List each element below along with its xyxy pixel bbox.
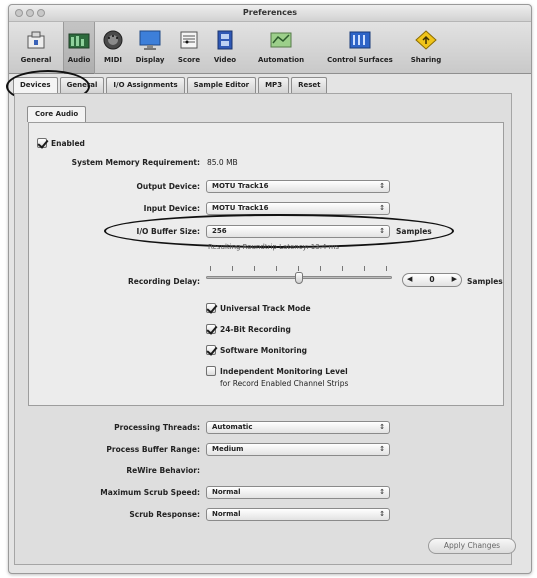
slider-tick — [298, 266, 299, 271]
toolbar-item-score[interactable]: Score — [173, 26, 205, 70]
max-scrub-speed-value: Normal — [212, 488, 241, 496]
toolbar-item-general[interactable]: General — [15, 26, 57, 70]
toolbar-item-automation[interactable]: Automation — [245, 26, 317, 70]
roundtrip-latency-text: Resulting Roundtrip Latency: 13.4 ms — [208, 243, 340, 251]
processing-threads-label: Processing Threads: — [114, 423, 200, 432]
scrub-response-popup[interactable]: Normal ↕ — [206, 508, 390, 521]
enabled-checkbox[interactable] — [37, 138, 47, 148]
memory-requirement-label: System Memory Requirement: — [71, 158, 200, 167]
sharing-icon — [415, 30, 437, 50]
apply-changes-button[interactable]: Apply Changes — [428, 538, 516, 554]
window-title: Preferences — [242, 8, 298, 17]
control-surfaces-icon — [349, 31, 371, 49]
independent-monitoring-sublabel: for Record Enabled Channel Strips — [220, 379, 349, 388]
io-buffer-size-popup[interactable]: 256 ↕ — [206, 225, 390, 238]
toolbar: General Audio MIDI Display Score Video A… — [9, 22, 531, 74]
slider-tick — [320, 266, 321, 271]
independent-monitoring-label: Independent Monitoring Level — [220, 367, 348, 376]
software-monitoring-label: Software Monitoring — [220, 346, 308, 355]
slider-tick — [254, 266, 255, 271]
memory-requirement-value: 85.0 MB — [207, 158, 238, 167]
toolbar-item-midi[interactable]: MIDI — [99, 26, 127, 70]
24-bit-recording-checkbox[interactable] — [206, 324, 216, 334]
toolbar-item-control-surfaces[interactable]: Control Surfaces — [319, 26, 401, 70]
tab-io-assignments[interactable]: I/O Assignments — [106, 77, 185, 93]
io-buffer-unit: Samples — [396, 227, 432, 236]
input-device-value: MOTU Track16 — [212, 204, 269, 212]
rewire-behavior-label: ReWire Behavior: — [126, 466, 200, 475]
tab-sample-editor[interactable]: Sample Editor — [186, 77, 257, 93]
process-buffer-range-value: Medium — [212, 445, 244, 453]
enabled-label: Enabled — [51, 139, 85, 148]
max-scrub-speed-popup[interactable]: Normal ↕ — [206, 486, 390, 499]
toolbar-item-audio[interactable]: Audio — [63, 22, 95, 74]
toolbar-item-video[interactable]: Video — [209, 26, 241, 70]
increment-icon[interactable]: ▶ — [452, 275, 457, 283]
general-icon — [27, 31, 45, 49]
slider-tick — [276, 266, 277, 271]
input-device-label: Input Device: — [143, 204, 200, 213]
scrub-response-label: Scrub Response: — [129, 510, 200, 519]
software-monitoring-checkbox[interactable] — [206, 345, 216, 355]
popup-arrows-icon: ↕ — [379, 510, 385, 518]
tab-mp3[interactable]: MP3 — [258, 77, 290, 93]
popup-arrows-icon: ↕ — [379, 227, 385, 235]
popup-arrows-icon: ↕ — [379, 423, 385, 431]
score-icon — [180, 31, 198, 49]
title-bar: Preferences — [9, 5, 531, 22]
toolbar-item-display[interactable]: Display — [131, 26, 169, 70]
popup-arrows-icon: ↕ — [379, 204, 385, 212]
io-buffer-size-label: I/O Buffer Size: — [136, 227, 200, 236]
tab-reset[interactable]: Reset — [291, 77, 328, 93]
popup-arrows-icon: ↕ — [379, 488, 385, 496]
processing-threads-value: Automatic — [212, 423, 253, 431]
recording-delay-slider[interactable] — [206, 266, 392, 288]
popup-arrows-icon: ↕ — [379, 182, 385, 190]
recording-delay-stepper[interactable]: ◀ 0 ▶ — [402, 273, 462, 287]
input-device-popup[interactable]: MOTU Track16 ↕ — [206, 202, 390, 215]
midi-icon — [103, 30, 123, 50]
output-device-label: Output Device: — [136, 182, 200, 191]
slider-tick — [342, 266, 343, 271]
recording-delay-unit: Samples — [467, 277, 503, 286]
process-buffer-range-popup[interactable]: Medium ↕ — [206, 443, 390, 456]
io-buffer-size-value: 256 — [212, 227, 227, 235]
slider-tick — [232, 266, 233, 271]
output-device-value: MOTU Track16 — [212, 182, 269, 190]
processing-threads-popup[interactable]: Automatic ↕ — [206, 421, 390, 434]
popup-arrows-icon: ↕ — [379, 445, 385, 453]
output-device-popup[interactable]: MOTU Track16 ↕ — [206, 180, 390, 193]
tab-bar: Devices General I/O Assignments Sample E… — [13, 77, 329, 94]
display-icon — [139, 30, 161, 50]
process-buffer-range-label: Process Buffer Range: — [106, 445, 200, 454]
slider-knob[interactable] — [295, 272, 303, 284]
automation-icon — [270, 32, 292, 48]
max-scrub-speed-label: Maximum Scrub Speed: — [100, 488, 200, 497]
tab-general[interactable]: General — [59, 77, 105, 93]
scrub-response-value: Normal — [212, 510, 241, 518]
universal-track-mode-checkbox[interactable] — [206, 303, 216, 313]
independent-monitoring-checkbox[interactable] — [206, 366, 216, 376]
video-icon — [217, 30, 233, 50]
audio-icon — [68, 33, 90, 49]
toolbar-item-sharing[interactable]: Sharing — [405, 26, 447, 70]
slider-tick — [364, 266, 365, 271]
universal-track-mode-label: Universal Track Mode — [220, 304, 311, 313]
24-bit-recording-label: 24-Bit Recording — [220, 325, 291, 334]
slider-tick — [386, 266, 387, 271]
tab-core-audio[interactable]: Core Audio — [27, 106, 87, 122]
slider-tick — [210, 266, 211, 271]
recording-delay-label: Recording Delay: — [127, 277, 200, 286]
tab-devices[interactable]: Devices — [13, 77, 58, 94]
